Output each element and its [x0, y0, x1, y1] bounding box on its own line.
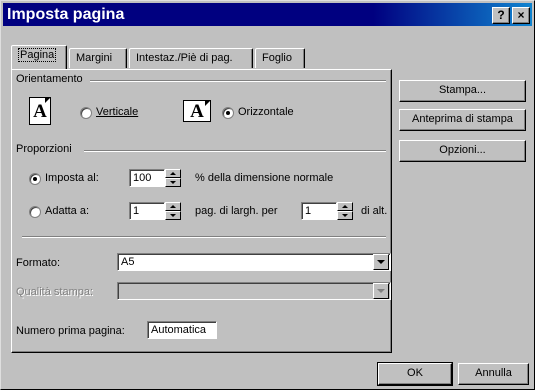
first-page-input[interactable]: Automatica [147, 321, 217, 339]
adjust-spinner[interactable] [165, 169, 181, 187]
chevron-down-icon[interactable] [373, 254, 389, 270]
landscape-page-icon: A [183, 100, 211, 122]
options-button[interactable]: Opzioni... [399, 140, 526, 162]
adjust-percent-input[interactable]: 100 [129, 169, 165, 187]
paper-size-label: Formato: [16, 257, 61, 269]
page-setup-dialog: Imposta pagina ? × Pagina Margini Intest… [0, 0, 535, 390]
window-title: Imposta pagina [7, 6, 125, 23]
scaling-divider [84, 150, 386, 152]
chevron-down-icon [373, 283, 389, 299]
close-button[interactable]: × [512, 7, 530, 24]
fit-tall-input[interactable]: 1 [301, 202, 337, 220]
orientation-group-label: Orientamento [16, 73, 83, 85]
tab-margini[interactable]: Margini [69, 48, 127, 68]
help-button[interactable]: ? [492, 7, 510, 24]
fit-wide-spinner[interactable] [165, 202, 181, 220]
fit-radio[interactable] [29, 206, 41, 218]
adjust-suffix: % della dimensione normale [195, 172, 334, 184]
ok-button[interactable]: OK [377, 362, 453, 386]
fit-wide-input[interactable]: 1 [129, 202, 165, 220]
scaling-group-label: Proporzioni [16, 143, 72, 155]
print-button[interactable]: Stampa... [399, 80, 526, 102]
print-quality-select [117, 282, 391, 300]
portrait-page-icon: A [29, 97, 51, 125]
portrait-label[interactable]: Verticale [96, 106, 138, 118]
tab-pagina[interactable]: Pagina [11, 45, 67, 69]
spin-down-icon[interactable] [165, 178, 181, 187]
first-page-label: Numero prima pagina: [16, 325, 125, 337]
spin-up-icon[interactable] [337, 202, 353, 211]
spin-up-icon[interactable] [165, 202, 181, 211]
orientation-divider [90, 80, 386, 82]
tab-intestazione[interactable]: Intestaz./Piè di pag. [129, 48, 253, 68]
spin-down-icon[interactable] [337, 211, 353, 220]
paper-size-select[interactable]: A5 [117, 253, 391, 271]
spin-down-icon[interactable] [165, 211, 181, 220]
landscape-label[interactable]: Orizzontale [238, 106, 294, 118]
cancel-button[interactable]: Annulla [458, 363, 529, 385]
adjust-label[interactable]: Imposta al: [45, 172, 99, 184]
section-divider [22, 236, 386, 238]
print-preview-button[interactable]: Anteprima di stampa [399, 109, 526, 131]
print-quality-label: Qualità stampa: [16, 286, 94, 298]
spin-up-icon[interactable] [165, 169, 181, 178]
fit-mid-label: pag. di largh. per [195, 205, 278, 217]
fit-label[interactable]: Adatta a: [45, 205, 89, 217]
adjust-radio[interactable] [29, 173, 41, 185]
landscape-radio[interactable] [222, 107, 234, 119]
fit-tall-spinner[interactable] [337, 202, 353, 220]
fit-suffix: di alt. [361, 205, 388, 217]
tab-panel-pagina: Orientamento A Verticale A Orizzontale P… [11, 69, 392, 353]
title-bar[interactable]: Imposta pagina ? × [3, 3, 532, 26]
portrait-radio[interactable] [80, 107, 92, 119]
tab-foglio[interactable]: Foglio [255, 48, 305, 68]
